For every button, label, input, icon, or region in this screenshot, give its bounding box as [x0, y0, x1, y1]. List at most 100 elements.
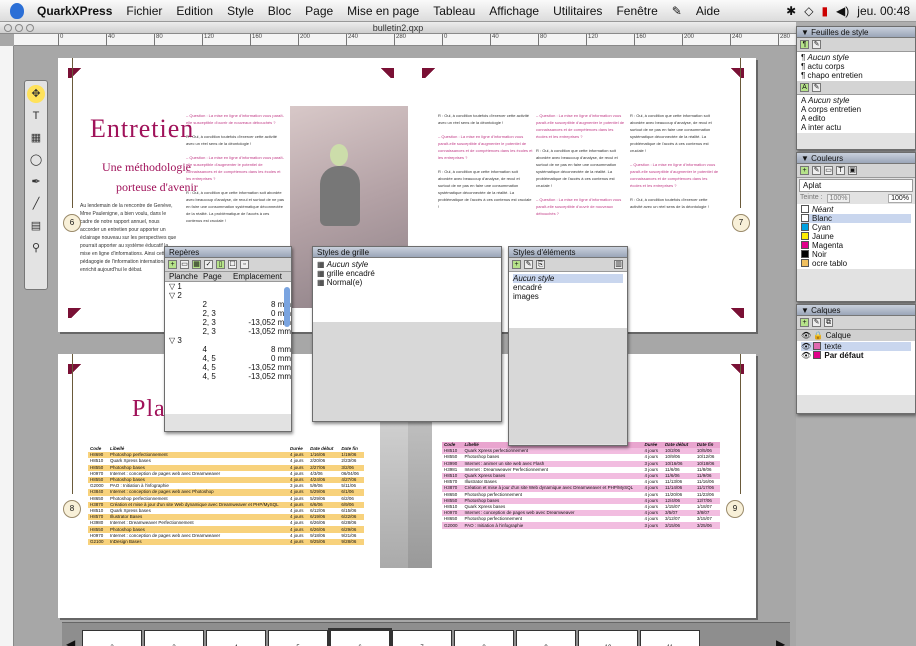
thumbnail-page-10[interactable]: 10 [578, 630, 638, 646]
layer-item-texte[interactable]: 👁 texte [801, 342, 911, 351]
delete-guide-icon[interactable]: ▫ [240, 260, 249, 269]
menu-tableau[interactable]: Tableau [426, 0, 482, 21]
thumbnail-page-2[interactable]: 2 [82, 630, 142, 646]
horizontal-ruler[interactable]: 0 40 80 120 160 200 240 280 0 40 80 120 160 200 240 280 [14, 34, 796, 46]
menu-bloc[interactable]: Bloc [261, 0, 298, 21]
flag-icon[interactable]: ▮ [821, 4, 828, 18]
edit-guide-icon[interactable]: ▭ [180, 260, 189, 269]
guide-row[interactable]: ▽ 1 [165, 282, 291, 291]
guide-row[interactable]: 4, 5 -13,052 mm [165, 363, 291, 372]
menu-aide[interactable]: Aide [689, 0, 727, 21]
menu-affichage[interactable]: Affichage [482, 0, 546, 21]
reperes-palette-title[interactable]: Repères [165, 247, 291, 258]
thumbnail-page-4[interactable]: 4 [206, 630, 266, 646]
guide-row[interactable]: ▽ 2 [165, 291, 291, 300]
edit-color-icon[interactable]: ✎ [812, 166, 821, 175]
thumbnail-page-8[interactable]: 8 [454, 630, 514, 646]
element-styles-title[interactable]: Styles d'éléments [509, 247, 627, 258]
pen-tool-icon[interactable]: ✒ [27, 173, 45, 191]
menu-fichier[interactable]: Fichier [119, 0, 169, 21]
scroll-right-icon[interactable]: ▶ [776, 637, 785, 646]
add-guide-icon[interactable]: + [168, 260, 177, 269]
char-style-item[interactable]: A Aucun style [801, 96, 911, 105]
thumbnail-page-6[interactable]: 6 [328, 628, 392, 646]
trash-icon[interactable]: ▥ [614, 260, 623, 269]
new-stylesheet-icon[interactable]: ¶ [800, 40, 809, 49]
item-tool-icon[interactable]: ✥ [27, 85, 45, 103]
color-item[interactable]: Cyan [801, 223, 911, 232]
char-style-item[interactable]: A inter actu [801, 123, 911, 132]
edit-stylesheet-icon[interactable]: ✎ [812, 40, 821, 49]
colors-title[interactable]: ▼ Couleurs [797, 153, 915, 164]
para-style-item[interactable]: ¶ chapo entretien [801, 71, 911, 80]
edit-char-style-icon[interactable]: ✎ [812, 83, 821, 92]
element-style-item[interactable]: Aucun style [513, 274, 623, 283]
element-style-item[interactable]: encadré [513, 283, 623, 292]
stylesheets-title[interactable]: ▼ Feuilles de style [797, 27, 915, 38]
guide-row[interactable]: 4 8 mm [165, 345, 291, 354]
tint-field[interactable]: 100% [826, 194, 851, 203]
color-item[interactable]: ocre tablo [801, 259, 911, 268]
para-style-item[interactable]: ¶ actu corps [801, 62, 911, 71]
layers-list[interactable]: 👁 texte 👁 Par défaut [797, 341, 915, 395]
menu-style[interactable]: Style [220, 0, 261, 21]
text-tool-icon[interactable]: T [27, 107, 45, 125]
thumbnail-page-5[interactable]: 5 [268, 630, 328, 646]
color-item[interactable]: Jaune [801, 232, 911, 241]
reperes-scrollbar[interactable] [284, 287, 290, 327]
para-style-item[interactable]: ¶ Aucun style [801, 53, 911, 62]
char-style-item[interactable]: A edito [801, 114, 911, 123]
guide-row[interactable]: 2 8 mm [165, 300, 291, 309]
layer-item-default[interactable]: 👁 Par défaut [801, 351, 911, 360]
minimize-button[interactable] [15, 24, 23, 32]
grid-style-item[interactable]: ▦ Aucun style [317, 260, 497, 269]
color-item[interactable]: Magenta [801, 241, 911, 250]
new-style-icon[interactable]: + [512, 260, 521, 269]
table-tool-icon[interactable]: ▤ [27, 217, 45, 235]
edit-style-icon[interactable]: ✎ [524, 260, 533, 269]
menu-app[interactable]: QuarkXPress [30, 0, 119, 21]
thumbnail-page-11[interactable]: 11 [640, 630, 700, 646]
col-emplacement[interactable]: Emplacement [233, 272, 282, 281]
volume-icon[interactable]: ◀) [836, 4, 849, 18]
menu-fenetre[interactable]: Fenêtre [609, 0, 664, 21]
new-color-icon[interactable]: + [800, 166, 809, 175]
guide-row[interactable]: 4, 5 0 mm [165, 354, 291, 363]
element-styles-list[interactable]: Aucun style encadré images [509, 272, 627, 328]
duplicate-style-icon[interactable]: ⎘ [536, 260, 545, 269]
grid-guide-icon[interactable]: ▦ [192, 260, 201, 269]
guide-row[interactable]: ▽ 3 [165, 336, 291, 345]
picture-box-tool-icon[interactable]: ▦ [27, 129, 45, 147]
menu-utilitaires[interactable]: Utilitaires [546, 0, 609, 21]
planning-table-right[interactable]: Code Libellé Durée Date début Date fin H8510 Q… [442, 442, 720, 529]
fill-color-icon[interactable]: ▣ [848, 166, 857, 175]
opacity-field[interactable]: 100% [888, 194, 912, 203]
grid-style-item[interactable]: ▦ grille encadré [317, 269, 497, 278]
zoom-tool-icon[interactable]: ⚲ [27, 239, 45, 257]
wifi-icon[interactable]: ◇ [804, 4, 813, 18]
guide-row[interactable]: 2, 3 0 mm [165, 309, 291, 318]
grid-style-item[interactable]: ▦ Normal(e) [317, 278, 497, 287]
lock-guides-icon[interactable]: ☐ [228, 260, 237, 269]
menu-mise-en-page[interactable]: Mise en page [340, 0, 426, 21]
grid-styles-title[interactable]: Styles de grille [313, 247, 501, 258]
edit-layer-icon[interactable]: ✎ [812, 318, 821, 327]
guide-row[interactable]: 2, 3 -13,052 mm [165, 318, 291, 327]
thumbnail-page-7[interactable]: 7 [392, 630, 452, 646]
color-item[interactable]: Blanc [801, 214, 911, 223]
bluetooth-icon[interactable]: ✱ [786, 4, 796, 18]
reperes-list[interactable]: ▽ 1 ▽ 2 2 8 mm 2, 3 0 mm 2, 3 -13,052 mm 2, 3 -13… [165, 282, 291, 414]
color-item[interactable]: Néant [801, 205, 911, 214]
paragraph-styles-list[interactable]: ¶ Aucun style ¶ actu corps ¶ chapo entre… [797, 52, 915, 81]
color-list[interactable]: Néant Blanc Cyan Jaune Magenta Noir ocre tablo [797, 204, 915, 269]
grid-styles-list[interactable]: ▦ Aucun style ▦ grille encadré ▦ Normal(… [313, 258, 501, 322]
thumbnail-page-9[interactable]: 9 [516, 630, 576, 646]
apple-menu-icon[interactable] [10, 2, 24, 19]
ellipse-tool-icon[interactable]: ◯ [27, 151, 45, 169]
color-item[interactable]: Noir [801, 250, 911, 259]
frame-color-icon[interactable]: ▭ [824, 166, 833, 175]
text-color-icon[interactable]: T [836, 166, 845, 175]
vertical-ruler[interactable] [0, 46, 14, 646]
line-tool-icon[interactable]: ╱ [27, 195, 45, 213]
zoom-button[interactable] [26, 24, 34, 32]
